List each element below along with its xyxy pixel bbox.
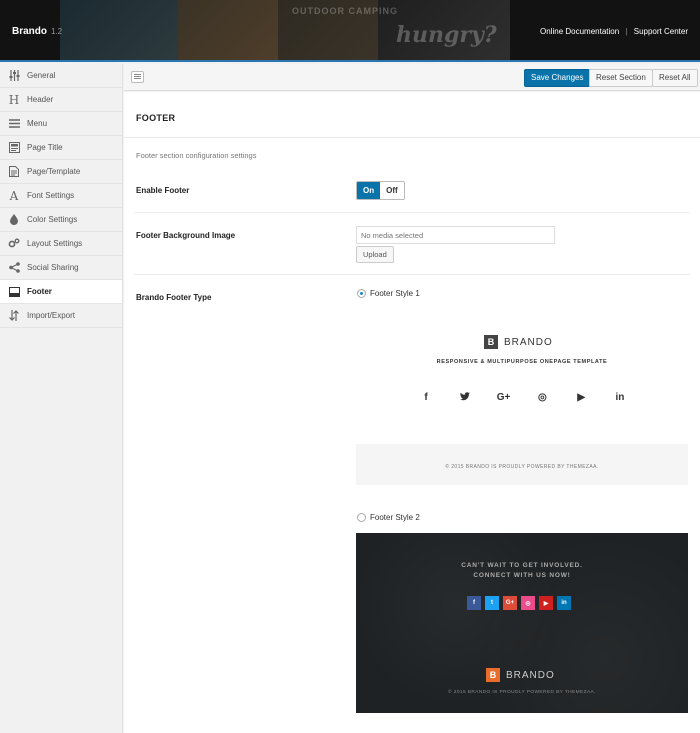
sidebar-item-social-sharing[interactable]: Social Sharing [0,256,122,280]
footer-type-label: Brando Footer Type [136,293,212,302]
save-changes-button[interactable]: Save Changes [524,69,591,87]
sidebar-item-page-title[interactable]: Page Title [0,136,122,160]
drop-icon [8,214,20,226]
divider [124,137,700,138]
reset-all-button[interactable]: Reset All [652,69,698,87]
enable-footer-label: Enable Footer [136,186,190,195]
hero-text-hungry: hungry? [396,22,497,48]
preview-background-pattern [356,533,688,713]
section-description: Footer section configuration settings [136,151,257,160]
preview-tagline: RESPONSIVE & MULTIPURPOSE ONEPAGE TEMPLA… [436,359,608,365]
sidebar-item-label: Menu [27,119,48,128]
link-separator: | [625,27,628,36]
sidebar-item-label: Header [27,95,54,104]
footer-background-image-label: Footer Background Image [136,231,236,240]
page-title-icon [8,142,20,154]
preview-social-icons: f t G+ ◎ ▶ in [467,596,571,610]
sidebar-item-label: Layout Settings [27,239,83,248]
sidebar-item-layout-settings[interactable]: Layout Settings [0,232,122,256]
dribbble-icon: ◎ [538,392,547,403]
menu-icon [8,118,20,130]
share-icon [8,262,20,274]
preview-heading-line-2: CONNECT WITH US NOW! [473,572,571,579]
google-plus-icon: G+ [496,392,511,403]
brando-logo-icon: B [484,335,498,349]
footer-style-2-radio[interactable] [357,513,366,522]
sidebar-item-import-export[interactable]: Import/Export [0,304,122,328]
sidebar-item-menu[interactable]: Menu [0,112,122,136]
preview-heading: CAN'T WAIT TO GET INVOLVED. CONNECT WITH… [356,561,688,581]
brando-logo-icon: B [486,668,500,682]
footer-settings-panel: FOOTER Footer section configuration sett… [124,92,700,733]
preview-heading-line-1: CAN'T WAIT TO GET INVOLVED. [461,562,583,569]
dribbble-icon: ◎ [521,596,535,610]
support-center-link[interactable]: Support Center [634,27,688,36]
logo-text: BRANDO [506,669,555,681]
sidebar-item-general[interactable]: General [0,64,122,88]
sidebar-item-label: Import/Export [27,311,76,320]
upload-button[interactable]: Upload [356,246,394,263]
brand-title: Brando 1.2 [12,26,62,37]
preview-top [356,310,688,444]
enable-footer-toggle: On Off [356,181,405,200]
footer-icon [8,286,20,298]
divider [134,274,690,275]
hero-thumb-2 [178,0,278,60]
footer-style-1-radio[interactable] [357,289,366,298]
cogs-icon [8,238,20,250]
sliders-icon [8,70,20,82]
footer-style-1-preview[interactable]: B BRANDO RESPONSIVE & MULTIPURPOSE ONEPA… [356,310,688,485]
sidebar-item-color-settings[interactable]: Color Settings [0,208,122,232]
online-documentation-link[interactable]: Online Documentation [540,27,619,36]
google-plus-icon: G+ [503,596,517,610]
brand-version: 1.2 [51,27,63,36]
sidebar-item-label: Footer [27,287,52,296]
heading-icon: H [8,92,20,107]
youtube-icon: ▶ [577,392,586,403]
options-toolbar: Save Changes Reset Section Reset All [124,64,700,91]
youtube-icon: ▶ [539,596,553,610]
sidebar-item-footer[interactable]: Footer [0,280,122,304]
footer-background-image-input[interactable] [356,226,555,244]
toggle-on-button[interactable]: On [357,182,381,199]
sidebar-item-label: Page/Template [27,167,81,176]
reset-section-button[interactable]: Reset Section [589,69,653,87]
divider [134,212,690,213]
footer-style-1-label[interactable]: Footer Style 1 [370,289,420,298]
document-icon [8,166,20,178]
facebook-icon: f [467,596,481,610]
top-header: OUTDOOR CAMPING hungry? Brando 1.2 Online… [0,0,700,62]
sidebar-item-label: Social Sharing [27,263,79,272]
font-icon: A [9,188,19,203]
footer-style-2-label[interactable]: Footer Style 2 [370,513,420,522]
sidebar: General H Header Menu Page Title Page/Te… [0,64,123,733]
sidebar-item-label: Font Settings [27,191,75,200]
toggle-off-button[interactable]: Off [380,182,404,199]
sidebar-item-header[interactable]: H Header [0,88,122,112]
preview-logo: B BRANDO [486,668,555,682]
brand-name: Brando [12,26,47,37]
hero-thumb-1 [60,0,180,60]
preview-logo: B BRANDO [484,335,553,349]
preview-social-icons: f G+ ◎ ▶ in [418,392,628,404]
logo-text: BRANDO [504,336,553,348]
import-export-icon [8,310,20,322]
sidebar-item-label: General [27,71,56,80]
sidebar-item-font-settings[interactable]: A Font Settings [0,184,122,208]
twitter-icon: t [485,596,499,610]
sidebar-item-label: Page Title [27,143,63,152]
footer-style-2-preview[interactable]: CAN'T WAIT TO GET INVOLVED. CONNECT WITH… [356,533,688,713]
preview-copyright: © 2015 BRANDO IS PROUDLY POWERED BY THEM… [448,690,596,695]
section-title: FOOTER [136,113,176,123]
twitter-icon [457,392,473,404]
linkedin-icon: in [557,596,571,610]
sidebar-item-label: Color Settings [27,215,78,224]
expand-options-icon[interactable] [131,71,144,83]
facebook-icon: f [424,392,428,403]
linkedin-icon: in [615,392,625,403]
preview-copyright: © 2015 BRANDO IS PROUDLY POWERED BY THEM… [445,464,599,470]
header-links: Online Documentation | Support Center [540,27,688,36]
sidebar-item-page-template[interactable]: Page/Template [0,160,122,184]
hero-text-camping: OUTDOOR CAMPING [292,6,398,16]
